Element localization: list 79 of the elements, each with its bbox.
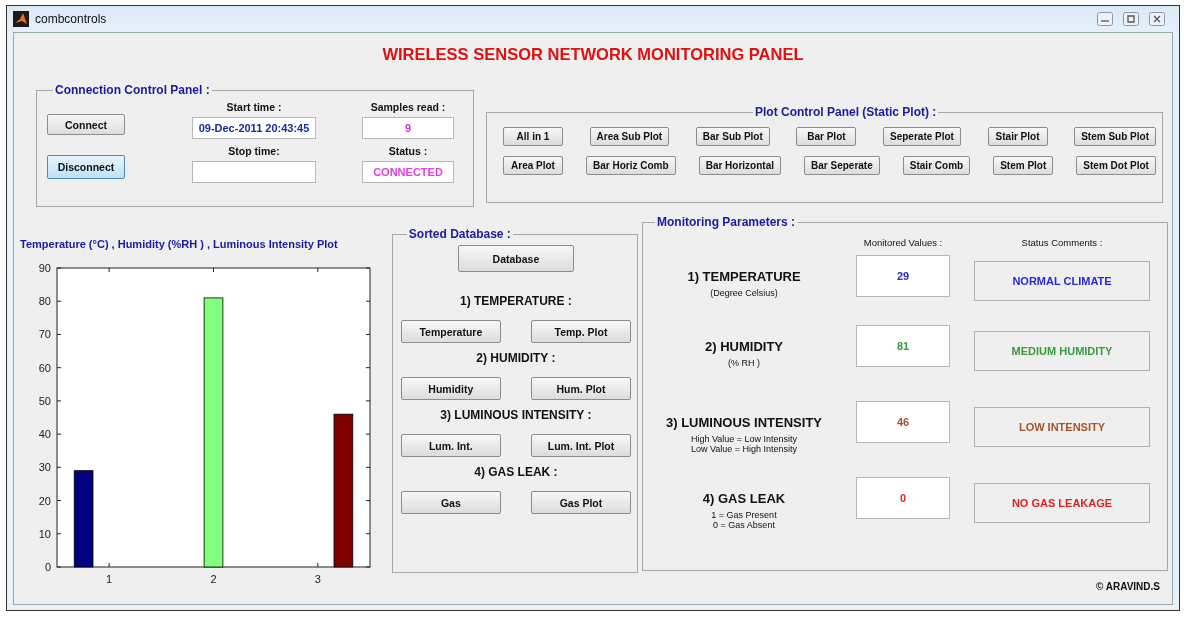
button[interactable]: Bar Horiz Comb — [586, 156, 676, 175]
button[interactable]: Database — [457, 245, 574, 272]
panel-title: Monitoring Parameters : — [656, 215, 797, 229]
field-label: Start time : — [226, 101, 282, 113]
axis-label: 0 — [44, 561, 51, 573]
axis-label: 50 — [38, 394, 51, 407]
axis-label: 10 — [38, 527, 51, 540]
window-title: combcontrols — [35, 12, 107, 26]
chart-title: Temperature (°C) , Humidity (%RH ) , Luminous Intensity Plot — [20, 238, 339, 250]
button[interactable]: Gas — [400, 491, 501, 514]
button[interactable]: Seperate Plot — [883, 127, 961, 146]
axis-label: 3 — [314, 573, 321, 585]
section-heading: 3) LUMINOUS INTENSITY : — [439, 408, 593, 422]
panel-title: Connection Control Panel : — [54, 83, 211, 97]
parameter-name: 4) GAS LEAK — [702, 491, 786, 506]
button[interactable]: Temperature — [400, 320, 501, 343]
button[interactable]: Area Plot — [503, 156, 563, 175]
field-label: Status : — [388, 145, 428, 157]
axis-label: 30 — [38, 461, 51, 474]
button[interactable]: Temp. Plot — [531, 320, 631, 343]
parameter-note: High Value = Low Intensity — [690, 434, 798, 444]
parameter-name: 3) LUMINOUS INTENSITY — [666, 415, 822, 430]
button[interactable]: Lum. Int. Plot — [531, 434, 631, 457]
status-comment: LOW INTENSITY — [974, 407, 1150, 447]
status-comment: NO GAS LEAKAGE — [974, 483, 1150, 523]
value-field: 0 — [856, 477, 950, 519]
button[interactable]: Area Sub Plot — [589, 127, 670, 146]
button[interactable]: Bar Seperate — [804, 156, 880, 175]
status-comment: MEDIUM HUMIDITY — [974, 331, 1150, 371]
panel-title: Sorted Database : — [407, 227, 512, 241]
section-heading: 4) GAS LEAK : — [473, 465, 559, 479]
button[interactable]: Stem Dot Plot — [1076, 156, 1156, 175]
text-field[interactable]: 9 — [362, 117, 454, 139]
panel-title: Plot Control Panel (Static Plot) : — [754, 105, 938, 119]
axis-label: 60 — [38, 361, 51, 374]
text-field[interactable] — [192, 161, 316, 183]
axis-label: 20 — [38, 494, 51, 507]
value-field: 81 — [856, 325, 950, 367]
field-label: Samples read : — [370, 101, 446, 113]
button[interactable]: Bar Plot — [796, 127, 857, 146]
button[interactable]: Stair Plot — [987, 127, 1048, 146]
field-label: Stop time: — [228, 145, 280, 157]
button[interactable]: Bar Horizontal — [698, 156, 781, 175]
button[interactable]: Stem Plot — [993, 156, 1054, 175]
text-field[interactable]: 09-Dec-2011 20:43:45 — [192, 117, 316, 139]
button[interactable]: Connect — [47, 114, 125, 135]
value-field: 29 — [856, 255, 950, 297]
parameter-note: 0 = Gas Absent — [713, 520, 775, 530]
button[interactable]: Hum. Plot — [531, 377, 631, 400]
section-heading: 2) HUMIDITY : — [475, 351, 557, 365]
panel-heading: WIRELESS SENSOR NETWORK MONITORING PANEL — [381, 44, 805, 65]
button[interactable]: Bar Sub Plot — [695, 127, 770, 146]
copyright-text: © ARAVIND.S — [1095, 581, 1160, 592]
button[interactable]: Humidity — [400, 377, 501, 400]
parameter-note: (Degree Celsius) — [710, 288, 778, 298]
axis-label: 90 — [38, 262, 51, 274]
parameter-note: (% RH ) — [728, 358, 760, 368]
button[interactable]: Stem Sub Plot — [1074, 127, 1156, 146]
button[interactable]: All in 1 — [503, 127, 563, 146]
button[interactable]: Disconnect — [47, 155, 125, 179]
axis-label: 2 — [210, 573, 217, 585]
text-field[interactable]: CONNECTED — [362, 161, 454, 183]
column-header: Status Comments : — [1020, 236, 1104, 248]
axis-label: 70 — [38, 328, 51, 341]
button[interactable]: Stair Comb — [902, 156, 971, 175]
parameter-name: 2) HUMIDITY — [705, 339, 783, 354]
parameter-note: Low Value = High Intensity — [690, 444, 798, 454]
axis-label: 40 — [38, 428, 51, 441]
button[interactable]: Gas Plot — [531, 491, 631, 514]
status-comment: NORMAL CLIMATE — [974, 261, 1150, 301]
value-field: 46 — [856, 401, 950, 443]
parameter-name: 1) TEMPERATURE — [687, 269, 801, 284]
parameter-note: 1 = Gas Present — [711, 510, 777, 520]
app-icon — [13, 11, 29, 27]
axis-label: 1 — [106, 573, 113, 585]
column-header: Monitored Values : — [862, 236, 944, 248]
section-heading: 1) TEMPERATURE : — [459, 294, 573, 308]
button[interactable]: Lum. Int. — [400, 434, 501, 457]
axis-label: 80 — [38, 295, 51, 308]
